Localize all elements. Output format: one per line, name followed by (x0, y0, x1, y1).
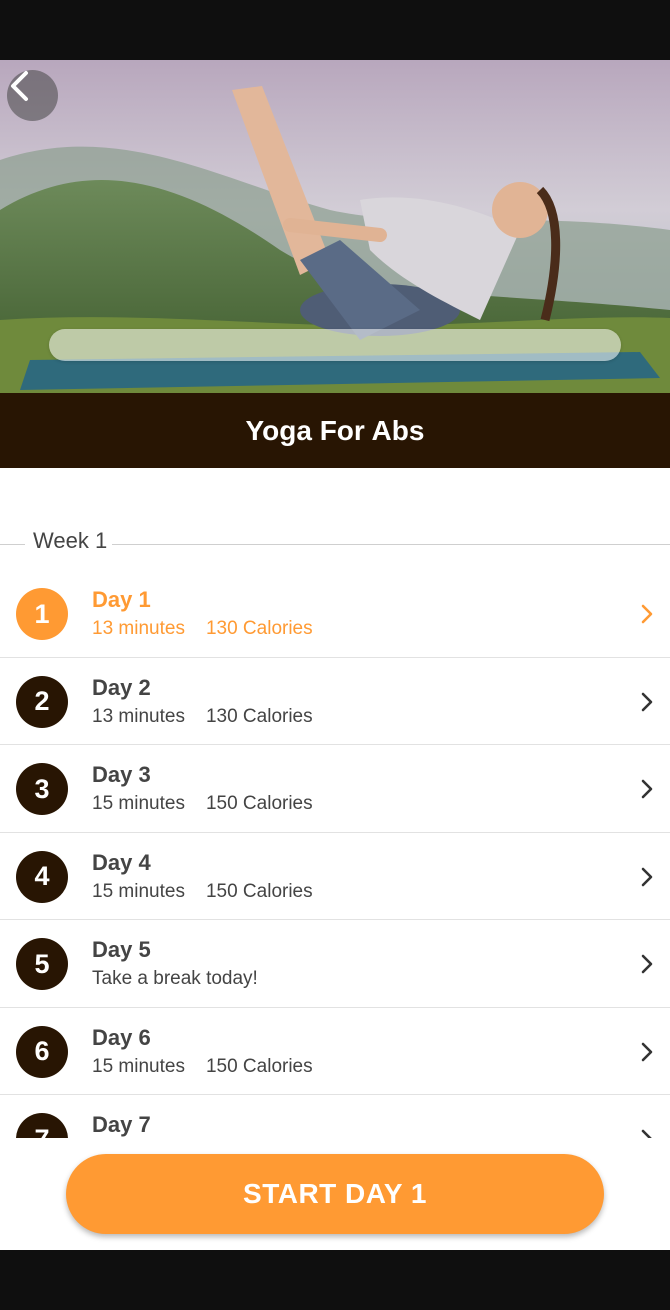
day-row-3[interactable]: 3 Day 3 15 minutes 150 Calories (0, 745, 670, 833)
navigation-bar (0, 1250, 670, 1310)
day-calories: 150 Calories (205, 880, 313, 902)
day-duration: 15 minutes (92, 793, 185, 814)
page-title: Yoga For Abs (245, 414, 425, 446)
divider (0, 544, 25, 545)
day-title: Day 2 (92, 674, 151, 700)
day-meta: 13 minutes 130 Calories (92, 706, 313, 728)
day-title: Day 3 (92, 762, 151, 787)
back-button[interactable] (7, 70, 58, 121)
day-row-6[interactable]: 6 Day 6 15 minutes 150 Calories (0, 1008, 670, 1095)
day-row-1[interactable]: 1 Day 1 13 minutes 130 Calories (0, 570, 670, 658)
chevron-right-icon (641, 604, 653, 624)
chevron-right-icon (641, 1042, 653, 1061)
day-title: Day 6 (92, 1024, 151, 1050)
day-title: Day 4 (92, 849, 151, 875)
day-title: Day 5 (92, 937, 151, 962)
day-calories: 130 Calories (205, 618, 313, 639)
day-meta: 15 minutes 150 Calories (92, 1056, 313, 1078)
day-meta: 13 minutes 130 Calories (92, 618, 313, 640)
day-row-2[interactable]: 2 Day 2 13 minutes 130 Calories (0, 658, 670, 745)
day-number-badge: 5 (16, 938, 68, 990)
day-list: 1 Day 1 13 minutes 130 Calories 2 Day 2 1… (0, 570, 670, 1138)
day-row-7[interactable]: 7 Day 7 (0, 1095, 670, 1138)
program-progress-bar (49, 329, 621, 361)
day-calories: 150 Calories (205, 793, 313, 814)
day-duration: 13 minutes (92, 618, 185, 639)
day-number-badge: 1 (16, 588, 68, 640)
day-title: Day 7 (92, 1112, 151, 1137)
chevron-right-icon (641, 867, 653, 886)
day-duration: 13 minutes (92, 705, 185, 727)
program-screen: Yoga For Abs Week 1 1 Day 1 13 minutes 13… (0, 60, 670, 1250)
divider (112, 544, 670, 545)
day-meta: 15 minutes 150 Calories (92, 881, 313, 903)
start-day-button[interactable]: START DAY 1 (66, 1154, 604, 1234)
chevron-right-icon (641, 779, 653, 799)
day-rest-note: Take a break today! (92, 968, 258, 989)
day-title: Day 1 (92, 587, 151, 612)
start-day-button-label: START DAY 1 (243, 1178, 427, 1209)
day-row-5[interactable]: 5 Day 5 Take a break today! (0, 920, 670, 1008)
title-bar: Yoga For Abs (0, 393, 670, 468)
week-label: Week 1 (33, 528, 108, 553)
day-row-4[interactable]: 4 Day 4 15 minutes 150 Calories (0, 833, 670, 920)
day-calories: 150 Calories (205, 1055, 313, 1077)
day-meta: 15 minutes 150 Calories (92, 793, 313, 815)
day-number-badge: 4 (16, 850, 68, 903)
day-duration: 15 minutes (92, 1055, 185, 1077)
hero-image (0, 60, 670, 393)
status-bar (0, 0, 670, 60)
chevron-right-icon (641, 692, 653, 711)
chevron-right-icon (641, 954, 653, 974)
day-number-badge: 7 (16, 1113, 68, 1138)
day-number-badge: 6 (16, 1025, 68, 1078)
day-number-badge: 2 (16, 675, 68, 728)
day-calories: 130 Calories (205, 705, 313, 727)
week-header: Week 1 (0, 525, 670, 561)
chevron-right-icon (641, 1129, 652, 1138)
day-number-badge: 3 (16, 763, 68, 815)
chevron-left-icon (11, 71, 28, 101)
day-duration: 15 minutes (92, 880, 185, 902)
